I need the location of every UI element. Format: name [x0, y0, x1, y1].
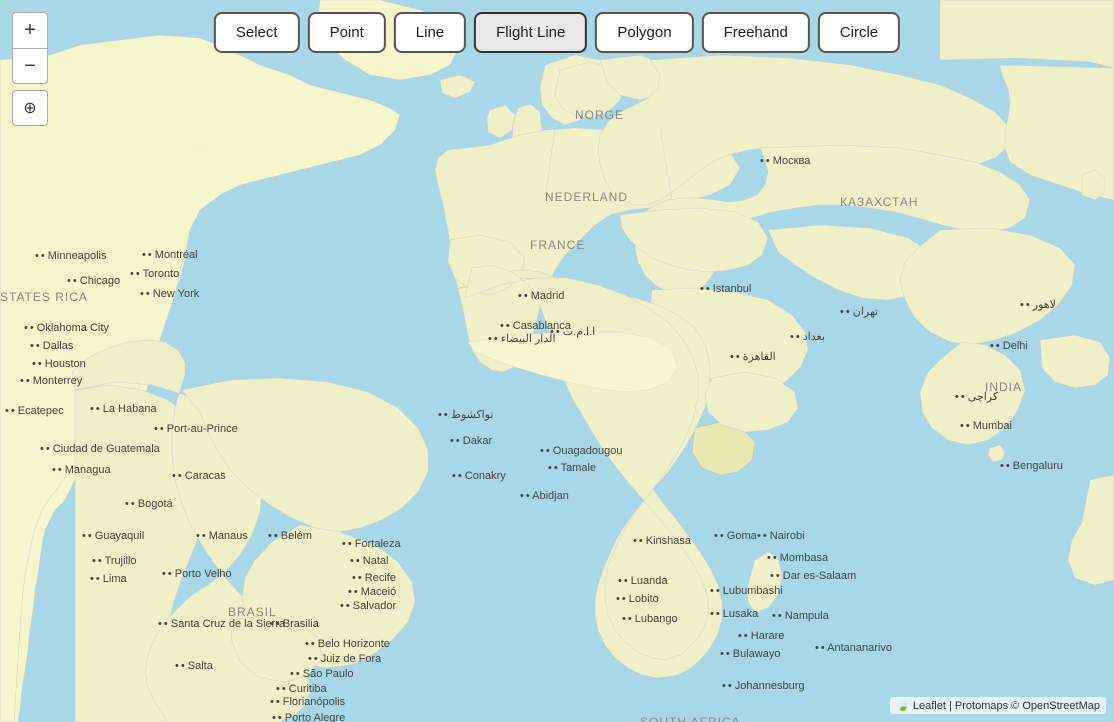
leaflet-text: Leaflet	[913, 700, 946, 712]
map-svg	[0, 0, 1114, 722]
zoom-controls: + −	[12, 12, 48, 84]
tool-btn-line[interactable]: Line	[394, 12, 466, 53]
compass-icon: ⊕	[23, 98, 36, 118]
map-container: SelectPointLineFlight LinePolygonFreehan…	[0, 0, 1114, 722]
tool-btn-flight-line[interactable]: Flight Line	[474, 12, 587, 53]
attribution-separator2: ©	[1011, 700, 1022, 712]
zoom-in-button[interactable]: +	[12, 12, 48, 48]
tool-btn-select[interactable]: Select	[214, 12, 300, 53]
compass-button[interactable]: ⊕	[12, 90, 48, 126]
zoom-out-button[interactable]: −	[12, 48, 48, 84]
leaflet-icon: 🍃	[896, 700, 910, 712]
tool-btn-freehand[interactable]: Freehand	[702, 12, 810, 53]
tool-btn-circle[interactable]: Circle	[818, 12, 900, 53]
toolbar: SelectPointLineFlight LinePolygonFreehan…	[214, 12, 900, 53]
attribution: 🍃 Leaflet | Protomaps © OpenStreetMap	[890, 697, 1106, 714]
tool-btn-point[interactable]: Point	[308, 12, 386, 53]
osm-text: OpenStreetMap	[1022, 700, 1100, 712]
protomaps-text: Protomaps	[955, 700, 1008, 712]
tool-btn-polygon[interactable]: Polygon	[595, 12, 693, 53]
